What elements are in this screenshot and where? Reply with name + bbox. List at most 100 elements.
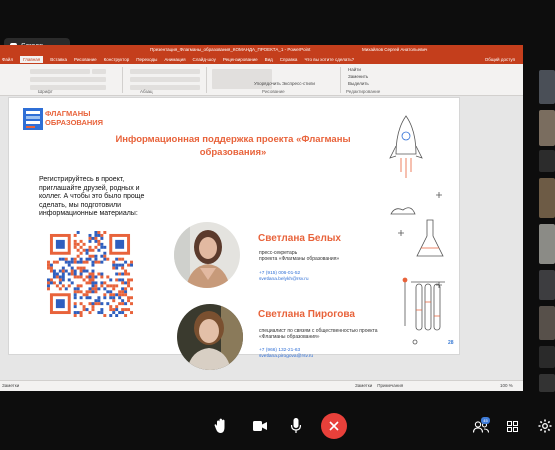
qr-module [88,245,92,249]
shapes-gallery[interactable] [212,69,272,89]
qr-module [127,284,131,288]
qr-module [127,296,131,300]
qr-module [67,260,71,264]
notes-toggle[interactable]: Заметки [355,383,372,388]
qr-module [94,257,98,261]
qr-module [112,266,116,270]
qr-module [76,254,80,258]
menu-home[interactable]: Главная [20,55,44,63]
group-editing-label: Редактирование [346,89,381,94]
qr-code [47,231,133,317]
participant-tile[interactable] [539,150,555,172]
slide-canvas[interactable]: ФЛАГМАНЫ ОБРАЗОВАНИЯ Информационная подд… [8,97,460,370]
participant-tile[interactable] [539,306,555,340]
qr-module [91,305,95,309]
font-format-row[interactable] [30,77,106,82]
font-size-box[interactable] [92,69,106,74]
menu-insert[interactable]: Вставка [50,57,67,62]
qr-module [91,287,95,291]
qr-module [121,272,125,276]
qr-module [91,260,95,264]
qr-module [47,284,50,288]
ribbon-separator [206,67,207,93]
tell-me-search[interactable]: Что вы хотите сделать? [304,57,354,62]
qr-module [112,311,116,315]
microphone-icon[interactable] [291,418,301,434]
font-name-box[interactable] [30,69,90,74]
participant-tile[interactable] [539,270,555,300]
qr-module [130,302,133,306]
qr-module [121,287,125,291]
qr-module [76,266,80,270]
menu-animation[interactable]: Анимация [164,57,185,62]
qr-module [55,260,59,264]
camera-toggle-icon[interactable] [253,421,267,431]
qr-module [88,278,92,282]
notes-comments-toggle[interactable]: Заметки Примечания [355,383,403,388]
paragraph-align-row[interactable] [130,77,200,82]
qr-module [88,281,92,285]
qr-module [79,314,83,317]
ribbon-separator [122,67,123,93]
qr-module [73,260,77,264]
participant-tile[interactable] [539,110,555,146]
qr-module [94,245,98,249]
paragraph-list-row[interactable] [130,69,200,74]
qr-module [70,281,74,285]
menu-review[interactable]: Рецензирование [223,57,258,62]
person1-email[interactable]: svetlana.belykh@rsv.ru [259,277,309,283]
qr-module [118,293,122,297]
qr-module [109,284,113,288]
qr-module [76,248,80,252]
replace-button[interactable]: Заменить [348,74,368,79]
arrange-button[interactable]: Упорядочить [254,81,281,86]
end-call-button[interactable] [321,413,347,439]
menu-view[interactable]: Вид [265,57,273,62]
qr-module [100,308,104,312]
comments-toggle[interactable]: Примечания [377,383,403,388]
qr-module [91,308,95,312]
grid-view-icon[interactable] [507,421,518,432]
menu-help[interactable]: Справка [280,57,298,62]
qr-module [88,287,92,291]
qr-module [85,257,89,261]
qr-module [79,245,83,249]
menu-slideshow[interactable]: Слайд-шоу [193,57,216,62]
notes-hint[interactable]: Заметки [2,383,19,388]
qr-module [100,242,104,246]
participant-tile[interactable] [539,178,555,218]
qr-module [79,272,83,276]
qr-module [94,290,98,294]
user-name: Михайлов Сергей Анатольевич [362,47,428,52]
gear-icon[interactable] [538,419,552,433]
flask-icon [416,219,444,257]
participant-tile[interactable] [539,374,555,392]
share-button[interactable]: Общий доступ [485,57,515,62]
quick-styles-button[interactable]: Экспресс-стили [282,81,315,86]
qr-module [47,281,50,285]
qr-module [121,308,125,312]
qr-module [64,257,68,261]
menu-draw[interactable]: Рисование [74,57,97,62]
qr-module [70,272,74,276]
participant-tile[interactable] [539,70,555,104]
slide-title: Информационная поддержка проекта «Флагма… [115,134,351,158]
participant-tile[interactable] [539,224,555,264]
qr-module [109,305,113,309]
menu-transitions[interactable]: Переходы [136,57,157,62]
qr-module [85,281,89,285]
select-button[interactable]: Выделить [348,81,369,86]
zoom-level[interactable]: 100 % [500,383,513,388]
menu-file[interactable]: Файл [2,57,13,62]
qr-module [61,275,65,279]
raise-hand-icon[interactable] [214,418,228,434]
qr-module [97,242,101,246]
ribbon-separator [340,67,341,93]
qr-module [94,260,98,264]
find-button[interactable]: Найти [348,67,361,72]
qr-module [121,263,125,267]
menu-design[interactable]: Конструктор [104,57,130,62]
qr-module [100,272,104,276]
person2-email[interactable]: svetlana.pirogova@rsv.ru [259,354,313,360]
participant-tile[interactable] [539,346,555,368]
